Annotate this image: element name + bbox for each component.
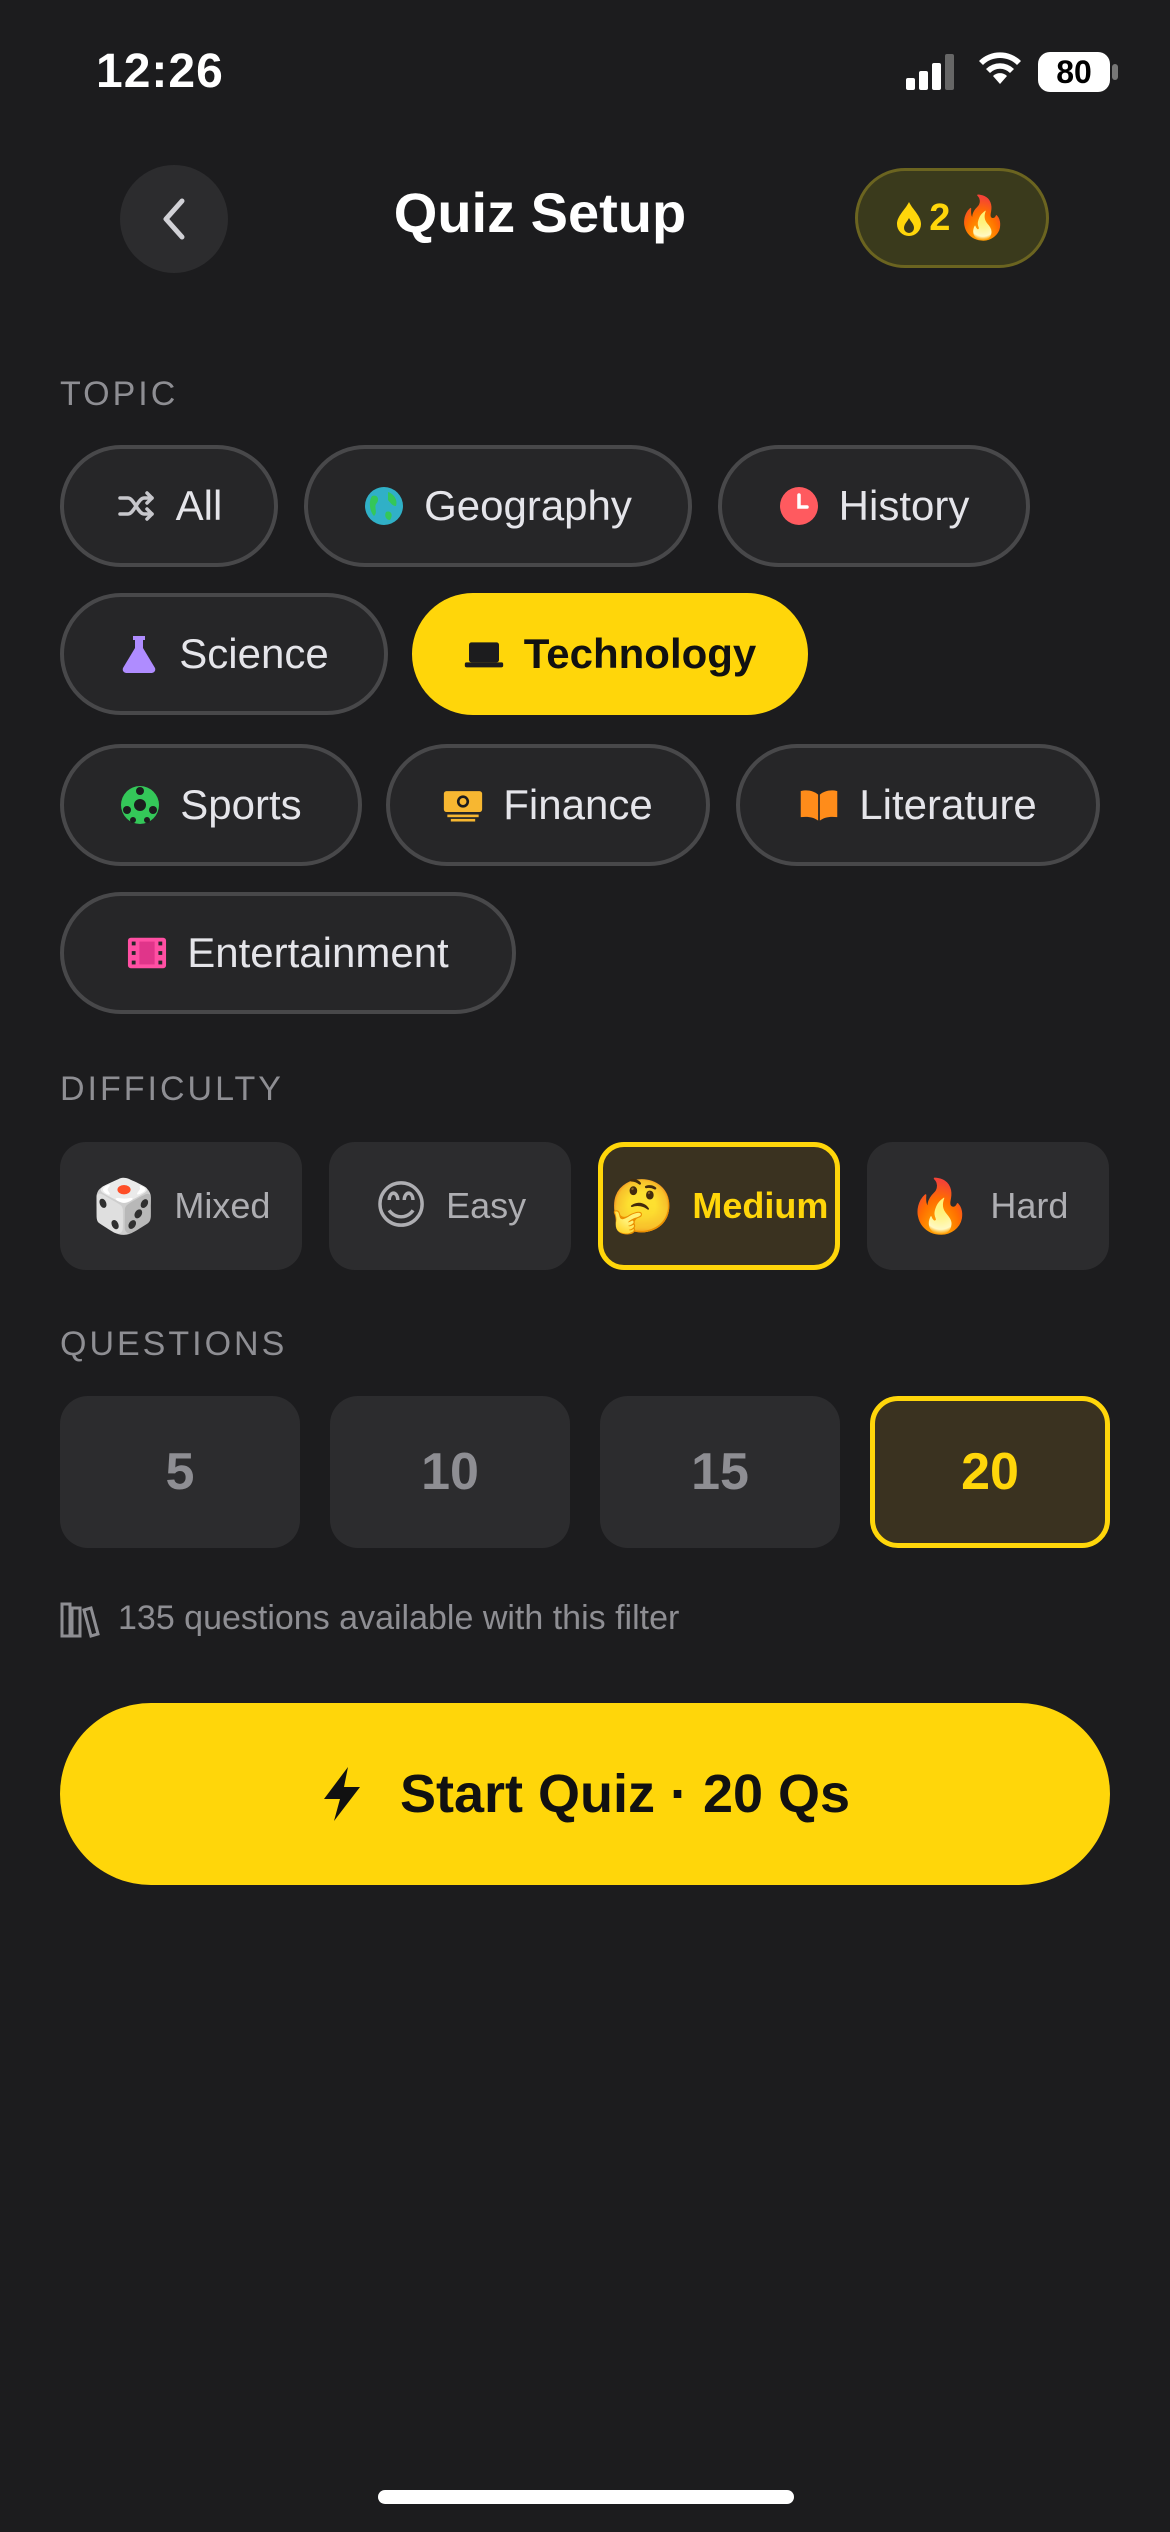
difficulty-label: Mixed bbox=[174, 1185, 271, 1226]
question-count-15[interactable]: 15 bbox=[600, 1396, 840, 1548]
topic-chip-label: Technology bbox=[523, 630, 757, 677]
topic-chip-literature[interactable]: Literature bbox=[736, 744, 1100, 866]
lightning-bolt-icon bbox=[323, 1767, 360, 1821]
start-quiz-button[interactable]: Start Quiz · 20 Qs bbox=[60, 1703, 1110, 1885]
topic-chip-label: Geography bbox=[424, 482, 632, 529]
clock-icon bbox=[779, 486, 819, 526]
difficulty-label: Hard bbox=[990, 1185, 1069, 1226]
smiling-face-icon: 😊 bbox=[373, 1177, 429, 1235]
globe-icon bbox=[364, 486, 404, 526]
topic-chip-sports[interactable]: Sports bbox=[60, 744, 362, 866]
difficulty-option-mixed[interactable]: 🎲 Mixed bbox=[60, 1142, 302, 1270]
soccer-ball-icon bbox=[120, 785, 160, 825]
topic-chip-label: Entertainment bbox=[187, 929, 449, 976]
chevron-left-icon bbox=[163, 198, 185, 240]
question-count-20[interactable]: 20 bbox=[870, 1396, 1110, 1548]
difficulty-label: Easy bbox=[446, 1185, 527, 1226]
page-title: Quiz Setup bbox=[393, 181, 687, 244]
battery-nub bbox=[1112, 64, 1118, 80]
thinking-face-icon: 🤔 bbox=[609, 1177, 675, 1236]
topic-chip-label: History bbox=[838, 482, 970, 529]
topic-chip-label: Sports bbox=[180, 781, 302, 828]
laptop-icon bbox=[464, 634, 504, 674]
available-questions-text: 135 questions available with this filter bbox=[118, 1598, 680, 1637]
dice-icon: 🎲 bbox=[91, 1177, 157, 1236]
home-indicator[interactable] bbox=[378, 2490, 794, 2504]
money-icon bbox=[443, 785, 483, 825]
question-count-5[interactable]: 5 bbox=[60, 1396, 300, 1548]
questions-section-label: QUESTIONS bbox=[60, 1325, 288, 1363]
wifi-icon bbox=[979, 52, 1021, 84]
fire-icon: 🔥 bbox=[907, 1177, 973, 1236]
topic-chip-technology[interactable]: Technology bbox=[412, 593, 808, 715]
available-questions-note: 135 questions available with this filter bbox=[60, 1598, 679, 1638]
books-icon bbox=[60, 1602, 100, 1638]
flame-drop-icon bbox=[897, 202, 922, 236]
topic-chip-geography[interactable]: Geography bbox=[304, 445, 692, 567]
topic-chip-label: Literature bbox=[859, 781, 1037, 828]
topic-chip-entertainment[interactable]: Entertainment bbox=[60, 892, 516, 1014]
topic-chip-label: Science bbox=[179, 630, 329, 677]
topic-chip-science[interactable]: Science bbox=[60, 593, 388, 715]
topic-chip-label: All bbox=[175, 482, 223, 529]
film-icon bbox=[127, 933, 167, 973]
status-bar: 12:26 80 bbox=[0, 0, 1170, 150]
topic-chip-all[interactable]: All bbox=[60, 445, 278, 567]
battery-indicator: 80 bbox=[1038, 52, 1110, 92]
difficulty-option-medium[interactable]: 🤔 Medium bbox=[598, 1142, 840, 1270]
difficulty-option-hard[interactable]: 🔥 Hard bbox=[867, 1142, 1109, 1270]
shuffle-icon bbox=[116, 486, 156, 526]
question-count-10[interactable]: 10 bbox=[330, 1396, 570, 1548]
streak-badge[interactable]: 2 🔥 bbox=[855, 168, 1049, 268]
cellular-signal-icon bbox=[906, 54, 954, 90]
fire-icon: 🔥 bbox=[956, 193, 1009, 241]
back-button[interactable] bbox=[120, 165, 228, 273]
status-time: 12:26 bbox=[96, 45, 224, 98]
start-quiz-label: Start Quiz · 20 Qs bbox=[399, 1764, 851, 1824]
difficulty-label: Medium bbox=[692, 1185, 829, 1226]
book-icon bbox=[799, 785, 839, 825]
topic-section-label: TOPIC bbox=[60, 375, 179, 413]
streak-count: 2 bbox=[929, 196, 951, 239]
topic-chip-finance[interactable]: Finance bbox=[386, 744, 710, 866]
topic-chip-history[interactable]: History bbox=[718, 445, 1030, 567]
topic-chip-label: Finance bbox=[503, 781, 653, 828]
difficulty-section-label: DIFFICULTY bbox=[60, 1070, 284, 1108]
difficulty-option-easy[interactable]: 😊 Easy bbox=[329, 1142, 571, 1270]
flask-icon bbox=[119, 634, 159, 674]
